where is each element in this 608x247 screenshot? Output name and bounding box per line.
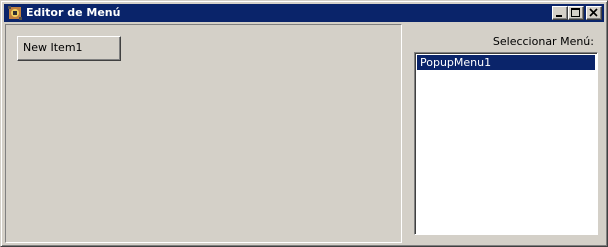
minimize-icon: [556, 15, 562, 17]
maximize-button[interactable]: [568, 6, 584, 20]
maximize-icon: [571, 8, 580, 17]
window-title: Editor de Menú: [26, 6, 121, 19]
select-menu-label: Seleccionar Menú:: [492, 35, 594, 48]
close-button[interactable]: [586, 6, 602, 20]
list-item[interactable]: PopupMenu1: [417, 55, 595, 70]
menu-listbox[interactable]: PopupMenu1: [414, 52, 598, 235]
menu-item-new-item1[interactable]: New Item1: [17, 36, 121, 61]
menu-editor-window: Editor de Menú New Item1 Seleccionar Men…: [0, 0, 608, 247]
close-icon: [589, 8, 598, 17]
menu-selector-panel: Seleccionar Menú: PopupMenu1: [405, 24, 604, 243]
app-icon[interactable]: [7, 5, 23, 21]
menu-design-area: New Item1: [5, 24, 402, 243]
minimize-button[interactable]: [552, 6, 568, 20]
title-bar[interactable]: Editor de Menú: [4, 4, 604, 22]
